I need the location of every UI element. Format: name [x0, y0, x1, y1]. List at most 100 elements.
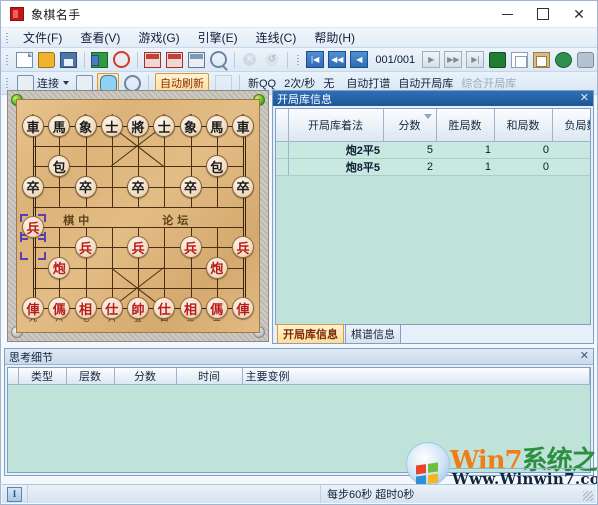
chess-piece-red[interactable]: 兵 [232, 236, 254, 259]
menu-help[interactable]: 帮助(H) [305, 28, 364, 47]
chess-piece-black[interactable]: 車 [22, 115, 44, 137]
chess-piece-red[interactable]: 仕 [100, 297, 123, 319]
column-header-score[interactable]: 分数 [383, 109, 437, 142]
minimize-button[interactable] [489, 1, 525, 27]
tab-opening-library[interactable]: 开局库信息 [277, 324, 344, 343]
chessboard[interactable]: 棋中论坛123456789九八七六五四三二一車馬象士將士象馬車包包卒卒卒卒卒兵兵… [16, 99, 260, 333]
save-file-button[interactable] [58, 49, 78, 70]
thinking-details-list[interactable]: 类型 层数 分数 时间 主要变例 [7, 367, 591, 473]
red-side-button[interactable] [143, 49, 163, 70]
column-header-type[interactable]: 类型 [18, 368, 67, 385]
chess-piece-black[interactable]: 馬 [205, 115, 228, 137]
combined-openbook-label[interactable]: 综合开局库 [457, 75, 520, 91]
chess-piece-red[interactable]: 兵 [179, 236, 202, 259]
row-selector[interactable] [276, 141, 289, 159]
chess-piece-red[interactable]: 炮 [48, 256, 71, 279]
chess-piece-black[interactable]: 將 [127, 115, 149, 137]
connect-dropdown[interactable]: 连接 [14, 75, 72, 91]
chess-piece-red[interactable]: 兵 [22, 216, 44, 239]
chess-piece-black[interactable]: 馬 [48, 115, 71, 137]
column-header-depth[interactable]: 层数 [66, 368, 115, 385]
web-button[interactable] [554, 49, 574, 70]
resize-grip[interactable] [583, 491, 593, 501]
nav-gripper[interactable] [294, 52, 303, 67]
last-move-button[interactable]: ▶| [465, 49, 485, 70]
open-file-button[interactable] [36, 49, 56, 70]
stop-button[interactable]: ✕ [240, 49, 260, 70]
cell-draws: 0 [494, 141, 552, 159]
undo-button[interactable]: ↺ [262, 49, 282, 70]
chess-piece-red[interactable]: 炮 [205, 256, 228, 279]
first-move-button[interactable]: |◀ [305, 49, 325, 70]
connect-toolbar-gripper[interactable] [4, 76, 12, 90]
mode-label[interactable]: 新QQ [244, 75, 280, 91]
analysis-button[interactable] [209, 49, 229, 70]
chess-piece-black[interactable]: 車 [232, 115, 254, 137]
column-header-move[interactable]: 开局库着法 [288, 109, 384, 142]
chess-piece-red[interactable]: 相 [74, 297, 97, 319]
chess-piece-red[interactable]: 仕 [153, 297, 176, 319]
menu-engine[interactable]: 引擎(E) [189, 28, 247, 47]
chess-piece-red[interactable]: 傌 [205, 297, 228, 319]
chess-piece-black[interactable]: 包 [205, 155, 228, 178]
clock-button[interactable] [112, 49, 132, 70]
next-batch-icon: ▶▶ [444, 51, 463, 68]
next-move-button[interactable]: ▶ [421, 49, 441, 70]
speed-label[interactable]: 2次/秒 [280, 75, 319, 91]
menu-gripper[interactable] [4, 30, 12, 45]
settings-button[interactable] [576, 49, 596, 70]
new-game-button[interactable] [89, 49, 109, 70]
paste-button[interactable] [532, 49, 552, 70]
chess-piece-black[interactable]: 士 [100, 115, 123, 137]
auto-openbook-label[interactable]: 自动开局库 [394, 75, 457, 91]
maximize-button[interactable] [525, 1, 561, 27]
opening-library-list[interactable]: 开局库着法 分数 胜局数 和局数 负局数 允许 炮2平5 5 [275, 108, 591, 325]
table-row[interactable]: 炮2平5 5 1 0 0 Y [276, 141, 590, 159]
menu-game[interactable]: 游戏(G) [129, 28, 188, 47]
info-icon[interactable]: I [7, 486, 22, 502]
close-button[interactable]: ✕ [561, 1, 597, 27]
table-row[interactable]: 炮8平5 2 1 0 0 Y [276, 158, 590, 176]
prev-move-button[interactable]: ◀ [349, 49, 369, 70]
tab-game-record[interactable]: 棋谱信息 [345, 324, 401, 343]
chess-piece-black[interactable]: 卒 [127, 175, 149, 198]
chess-piece-red[interactable]: 相 [179, 297, 202, 319]
chess-piece-black[interactable]: 卒 [22, 175, 44, 198]
prev-batch-button[interactable]: ◀◀ [327, 49, 347, 70]
row-selector[interactable] [276, 158, 289, 176]
close-icon[interactable]: ✕ [580, 349, 589, 364]
chess-piece-black[interactable]: 包 [48, 155, 71, 178]
both-side-button[interactable] [187, 49, 207, 70]
chess-piece-black[interactable]: 卒 [232, 175, 254, 198]
next-batch-button[interactable]: ▶▶ [443, 49, 463, 70]
auto-record-label[interactable]: 自动打谱 [338, 75, 394, 91]
toolbar-gripper[interactable] [4, 52, 12, 67]
column-header-score[interactable]: 分数 [114, 368, 177, 385]
column-header-pv[interactable]: 主要变例 [242, 368, 590, 385]
engine-button[interactable] [487, 49, 507, 70]
chess-piece-black[interactable]: 象 [74, 115, 97, 137]
column-header-time[interactable]: 时间 [176, 368, 243, 385]
copy-button[interactable] [510, 49, 530, 70]
close-icon[interactable]: ✕ [580, 91, 589, 106]
chess-piece-red[interactable]: 俥 [22, 297, 44, 319]
menu-view[interactable]: 查看(V) [71, 28, 129, 47]
chess-piece-red[interactable]: 兵 [127, 236, 149, 259]
menu-file[interactable]: 文件(F) [14, 28, 71, 47]
menu-connect[interactable]: 连线(C) [247, 28, 306, 47]
new-file-button[interactable] [14, 49, 34, 70]
column-header-draws[interactable]: 和局数 [494, 109, 553, 142]
opening-library-table: 开局库着法 分数 胜局数 和局数 负局数 允许 炮2平5 5 [276, 109, 590, 176]
chess-piece-red[interactable]: 兵 [74, 236, 97, 259]
chess-piece-black[interactable]: 士 [153, 115, 176, 137]
column-header-wins[interactable]: 胜局数 [436, 109, 495, 142]
chess-piece-black[interactable]: 卒 [74, 175, 97, 198]
column-header-losses[interactable]: 负局数 [552, 109, 590, 142]
chess-piece-red[interactable]: 俥 [232, 297, 254, 319]
chess-piece-red[interactable]: 傌 [48, 297, 71, 319]
chess-piece-black[interactable]: 象 [179, 115, 202, 137]
black-side-button[interactable] [165, 49, 185, 70]
chess-piece-black[interactable]: 卒 [179, 175, 202, 198]
none-label[interactable]: 无 [319, 75, 338, 91]
chess-piece-red[interactable]: 帥 [127, 297, 149, 319]
